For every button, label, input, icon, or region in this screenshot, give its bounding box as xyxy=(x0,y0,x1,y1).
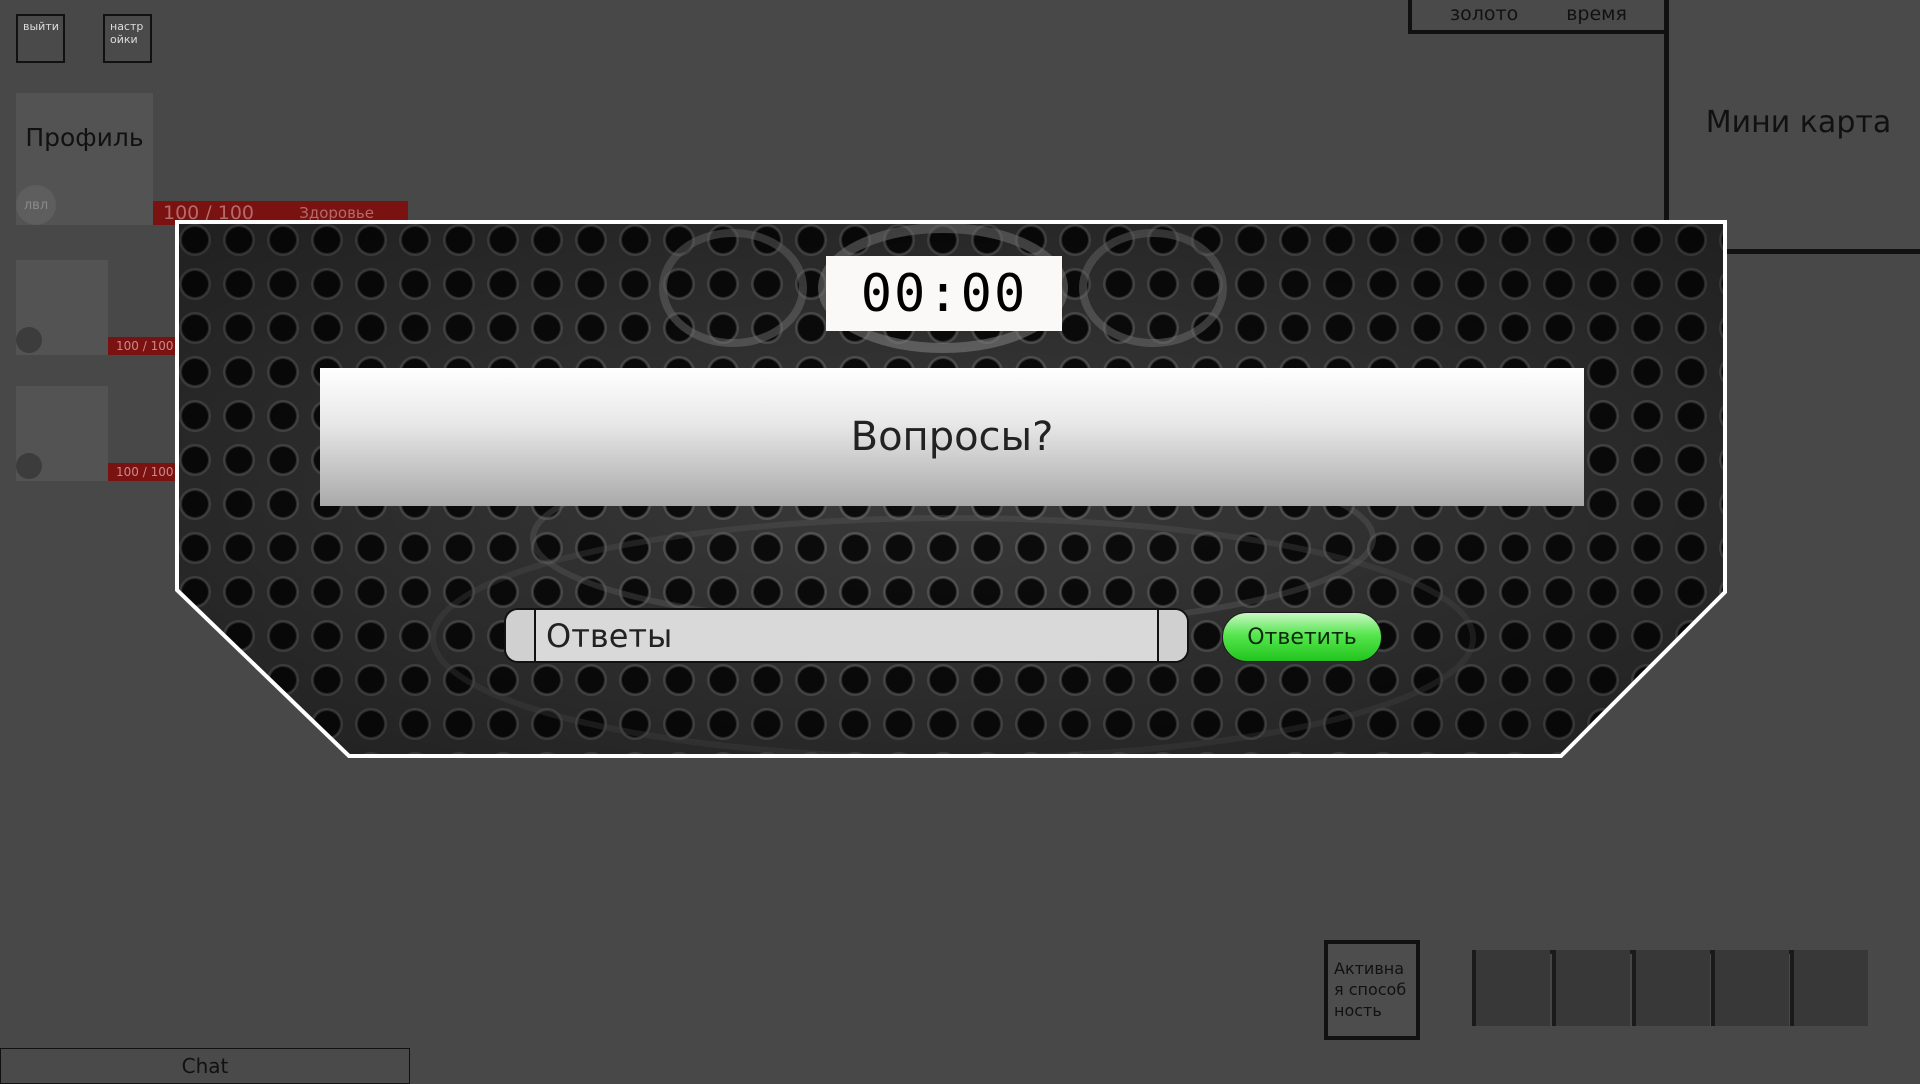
submit-answer-label: Ответить xyxy=(1247,624,1357,650)
gold-label: золото xyxy=(1450,3,1519,25)
party-member-health: 100 / 100 xyxy=(108,337,178,355)
exit-button[interactable]: выйти xyxy=(16,14,65,63)
party-member-health: 100 / 100 xyxy=(108,463,178,481)
answer-input[interactable] xyxy=(540,610,1153,661)
hotbar-slot-5[interactable] xyxy=(1790,950,1868,1026)
quiz-timer: 00:00 xyxy=(826,256,1062,331)
hotbar-slot-2[interactable] xyxy=(1552,950,1630,1026)
hotbar-slot-1[interactable] xyxy=(1472,950,1550,1026)
party-member-avatar xyxy=(16,327,42,353)
resources-bar: золото время xyxy=(1408,0,1668,34)
exit-label: выйти xyxy=(23,20,59,33)
submit-answer-button[interactable]: Ответить xyxy=(1222,612,1382,662)
level-label: лвл xyxy=(23,197,49,213)
active-ability-label: Активная способность xyxy=(1334,959,1407,1020)
chat-bar[interactable]: Chat xyxy=(0,1048,410,1084)
settings-button[interactable]: настр ойки xyxy=(103,14,152,63)
hotbar-slot-3[interactable] xyxy=(1632,950,1710,1026)
chat-label: Chat xyxy=(181,1054,229,1078)
minimap-label: Мини карта xyxy=(1705,105,1892,140)
answer-field[interactable] xyxy=(504,608,1189,663)
party-member-avatar xyxy=(16,453,42,479)
party-member-card[interactable] xyxy=(16,260,108,355)
hotbar-slot-4[interactable] xyxy=(1711,950,1789,1026)
answer-field-left-cap xyxy=(506,610,536,661)
party-member-card[interactable] xyxy=(16,386,108,481)
level-badge: лвл xyxy=(16,185,56,225)
active-ability-slot[interactable]: Активная способность xyxy=(1324,940,1420,1040)
question-box: Вопросы? xyxy=(320,368,1584,506)
profile-card[interactable]: Профиль лвл xyxy=(16,93,153,225)
profile-title: Профиль xyxy=(25,123,144,152)
question-text: Вопросы? xyxy=(850,414,1054,460)
answer-field-right-cap xyxy=(1157,610,1187,661)
time-label: время xyxy=(1566,3,1627,25)
minimap[interactable]: Мини карта xyxy=(1664,0,1920,254)
settings-label: настр ойки xyxy=(110,20,144,46)
